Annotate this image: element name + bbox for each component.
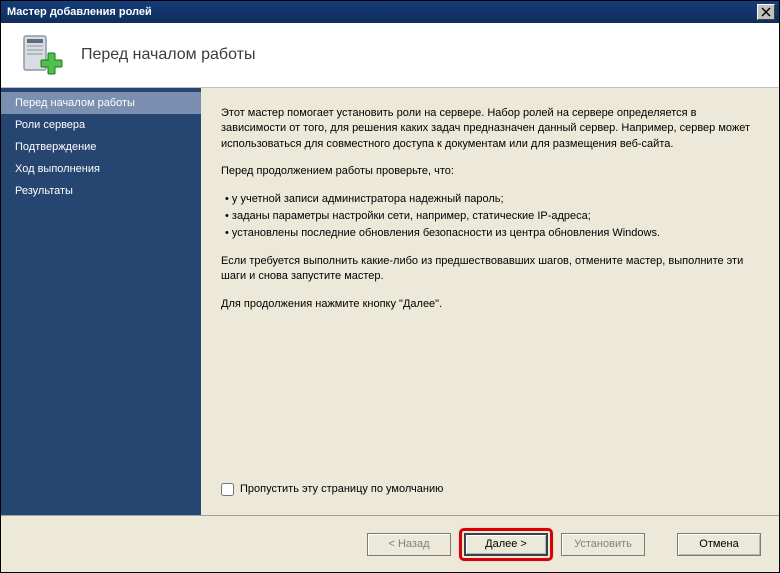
install-button: Установить bbox=[561, 533, 645, 556]
wizard-window: Мастер добавления ролей bbox=[0, 0, 780, 573]
close-icon bbox=[761, 7, 771, 17]
intro-text: Этот мастер помогает установить роли на … bbox=[221, 106, 761, 152]
cancel-button[interactable]: Отмена bbox=[677, 533, 761, 556]
bullet-item: заданы параметры настройки сети, наприме… bbox=[221, 209, 761, 224]
titlebar: Мастер добавления ролей bbox=[1, 1, 779, 23]
highlight-annotation: Далее > bbox=[459, 528, 553, 561]
sidebar-item-before-you-begin[interactable]: Перед началом работы bbox=[1, 92, 201, 114]
sidebar-item-server-roles[interactable]: Роли сервера bbox=[1, 114, 201, 136]
cancel-note: Если требуется выполнить какие-либо из п… bbox=[221, 254, 761, 285]
sidebar-item-confirmation[interactable]: Подтверждение bbox=[1, 136, 201, 158]
body: Перед началом работы Роли сервера Подтве… bbox=[1, 88, 779, 515]
header: Перед началом работы bbox=[1, 23, 779, 88]
bullet-item: установлены последние обновления безопас… bbox=[221, 226, 761, 241]
sidebar-item-results[interactable]: Результаты bbox=[1, 180, 201, 202]
close-button[interactable] bbox=[757, 4, 775, 20]
skip-page-row[interactable]: Пропустить эту страницу по умолчанию bbox=[221, 482, 761, 497]
content: Этот мастер помогает установить роли на … bbox=[201, 88, 779, 515]
window-title: Мастер добавления ролей bbox=[7, 6, 757, 18]
wizard-icon bbox=[21, 33, 65, 77]
sidebar-item-progress[interactable]: Ход выполнения bbox=[1, 158, 201, 180]
next-button[interactable]: Далее > bbox=[464, 533, 548, 556]
skip-page-checkbox[interactable] bbox=[221, 483, 234, 496]
skip-page-label: Пропустить эту страницу по умолчанию bbox=[240, 482, 443, 497]
footer: < Назад Далее > Установить Отмена bbox=[1, 515, 779, 572]
sidebar: Перед началом работы Роли сервера Подтве… bbox=[1, 88, 201, 515]
page-title: Перед началом работы bbox=[81, 46, 255, 64]
continue-note: Для продолжения нажмите кнопку "Далее". bbox=[221, 297, 761, 312]
bullet-item: у учетной записи администратора надежный… bbox=[221, 192, 761, 207]
back-button: < Назад bbox=[367, 533, 451, 556]
verify-intro: Перед продолжением работы проверьте, что… bbox=[221, 164, 761, 179]
content-text: Этот мастер помогает установить роли на … bbox=[221, 106, 761, 474]
